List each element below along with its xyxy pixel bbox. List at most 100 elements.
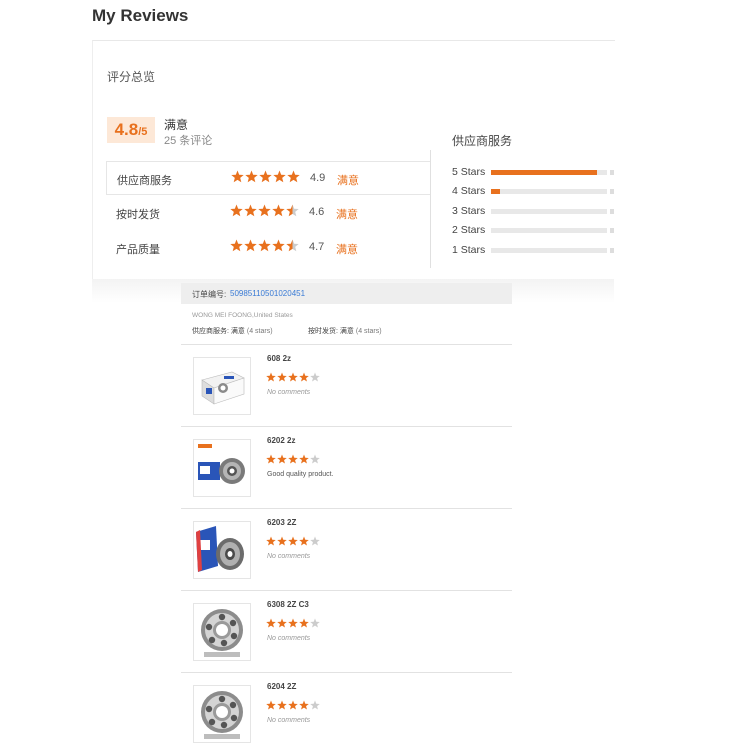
rating-overview-title: 评分总览	[107, 70, 156, 84]
distribution-label: 1 Stars	[452, 244, 486, 256]
stars-svg	[266, 618, 320, 628]
star-icon	[299, 618, 309, 628]
rating-verdict: 满意	[337, 175, 359, 187]
item-star-rating	[266, 700, 320, 711]
order-item: 6308 2Z C3 No comments	[181, 590, 512, 672]
distribution-label: 3 Stars	[452, 205, 486, 217]
bearing-with-box-angled-icon	[196, 526, 244, 572]
star-icon	[277, 618, 287, 628]
distribution-count-marker	[610, 170, 614, 175]
star-icon	[286, 204, 299, 217]
star-icon	[299, 536, 309, 546]
distribution-count-marker	[610, 189, 614, 194]
rating-breakdown-table: 供应商服务 4.9 满意 按时发货 4.6 满意 产品质量 4.7 满意	[106, 161, 431, 266]
rating-row-product-quality: 产品质量 4.7 满意	[106, 231, 429, 264]
star-icon	[272, 204, 285, 217]
rating-score: 4.6	[309, 206, 325, 218]
rating-label: 产品质量	[116, 244, 160, 256]
star-icon	[230, 204, 243, 217]
star-icon	[231, 170, 244, 183]
stars-svg	[231, 170, 300, 183]
order-item: 6202 2z Good quality product.	[181, 426, 512, 508]
star-icon	[287, 170, 300, 183]
distribution-title: 供应商服务	[452, 134, 513, 148]
star-icon	[288, 454, 298, 464]
product-image[interactable]	[193, 603, 251, 661]
product-title[interactable]: 6204 2Z	[267, 682, 296, 691]
overall-score: 4.8	[114, 120, 139, 139]
star-icon	[266, 454, 276, 464]
star-icon	[258, 239, 271, 252]
star-icon	[245, 170, 258, 183]
rating-score: 4.7	[309, 241, 325, 253]
star-icon	[277, 536, 287, 546]
distribution-row-3-stars: 3 Stars	[452, 205, 614, 219]
rating-label: 供应商服务:	[192, 328, 229, 335]
boxed-bearing-icon	[201, 371, 245, 405]
distribution-row-1-stars: 1 Stars	[452, 244, 614, 258]
star-icon	[299, 454, 309, 464]
distribution-row-4-stars: 4 Stars	[452, 185, 614, 199]
star-rating	[231, 170, 300, 184]
distribution-bar-track	[491, 189, 607, 194]
star-icon	[310, 536, 320, 546]
product-title[interactable]: 608 2z	[267, 354, 291, 363]
star-icon	[258, 204, 271, 217]
star-icon	[266, 700, 276, 710]
stars-svg	[266, 454, 320, 464]
review-count: 25 条评论	[164, 135, 213, 147]
star-icon	[244, 239, 257, 252]
star-icon	[272, 239, 285, 252]
star-icon	[310, 700, 320, 710]
item-star-rating	[266, 618, 320, 629]
distribution-count-marker	[610, 209, 614, 214]
distribution-label: 4 Stars	[452, 185, 486, 197]
stars-svg	[266, 536, 320, 546]
stars-svg	[266, 372, 320, 382]
order-number-link[interactable]: 50985110501020451	[230, 289, 305, 298]
rating-score: 4.9	[310, 172, 326, 184]
item-comment: No comments	[267, 553, 311, 560]
distribution-count-marker	[610, 248, 614, 253]
product-title[interactable]: 6203 2Z	[267, 518, 296, 527]
rating-verdict: 满意	[336, 244, 358, 256]
star-icon	[310, 372, 320, 382]
distribution-label: 5 Stars	[452, 166, 486, 178]
distribution-bar-track	[491, 170, 607, 175]
star-icon	[244, 204, 257, 217]
distribution-bar-fill	[491, 170, 597, 175]
star-icon	[288, 372, 298, 382]
rating-row-on-time-shipping: 按时发货 4.6 满意	[106, 196, 429, 229]
product-image[interactable]	[193, 357, 251, 415]
product-image[interactable]	[193, 521, 251, 579]
order-supplier-rating: 供应商服务: 满意 (4 stars)	[192, 328, 273, 335]
order-item: 6203 2Z No comments	[181, 508, 512, 590]
star-icon	[310, 618, 320, 628]
star-icon	[230, 239, 243, 252]
item-comment: Good quality product.	[267, 471, 334, 478]
product-image[interactable]	[193, 439, 251, 497]
buyer-name: WONG MEI FOONG,United States	[192, 312, 293, 319]
rating-label: 供应商服务	[117, 175, 172, 187]
stars-svg	[230, 204, 299, 217]
product-image[interactable]	[193, 685, 251, 743]
overall-score-badge: 4.8/5	[107, 117, 155, 143]
rating-verdict: 满意	[336, 209, 358, 221]
star-icon	[286, 239, 299, 252]
distribution-bar-fill	[491, 189, 501, 194]
star-icon	[273, 170, 286, 183]
order-number-label: 订单编号:	[192, 290, 227, 299]
item-comment: No comments	[267, 717, 311, 724]
open-ball-bearing-icon	[201, 609, 243, 657]
product-title[interactable]: 6308 2Z C3	[267, 600, 309, 609]
open-ball-bearing-icon	[201, 691, 243, 739]
rating-stars-text: (4 stars)	[355, 328, 382, 335]
star-icon	[288, 700, 298, 710]
star-icon	[277, 372, 287, 382]
order-ratings: 供应商服务: 满意 (4 stars) 按时发货: 满意 (4 stars)	[192, 326, 382, 336]
item-comment: No comments	[267, 635, 311, 642]
product-title[interactable]: 6202 2z	[267, 436, 295, 445]
stars-svg	[230, 239, 299, 252]
star-icon	[277, 700, 287, 710]
star-icon	[277, 454, 287, 464]
